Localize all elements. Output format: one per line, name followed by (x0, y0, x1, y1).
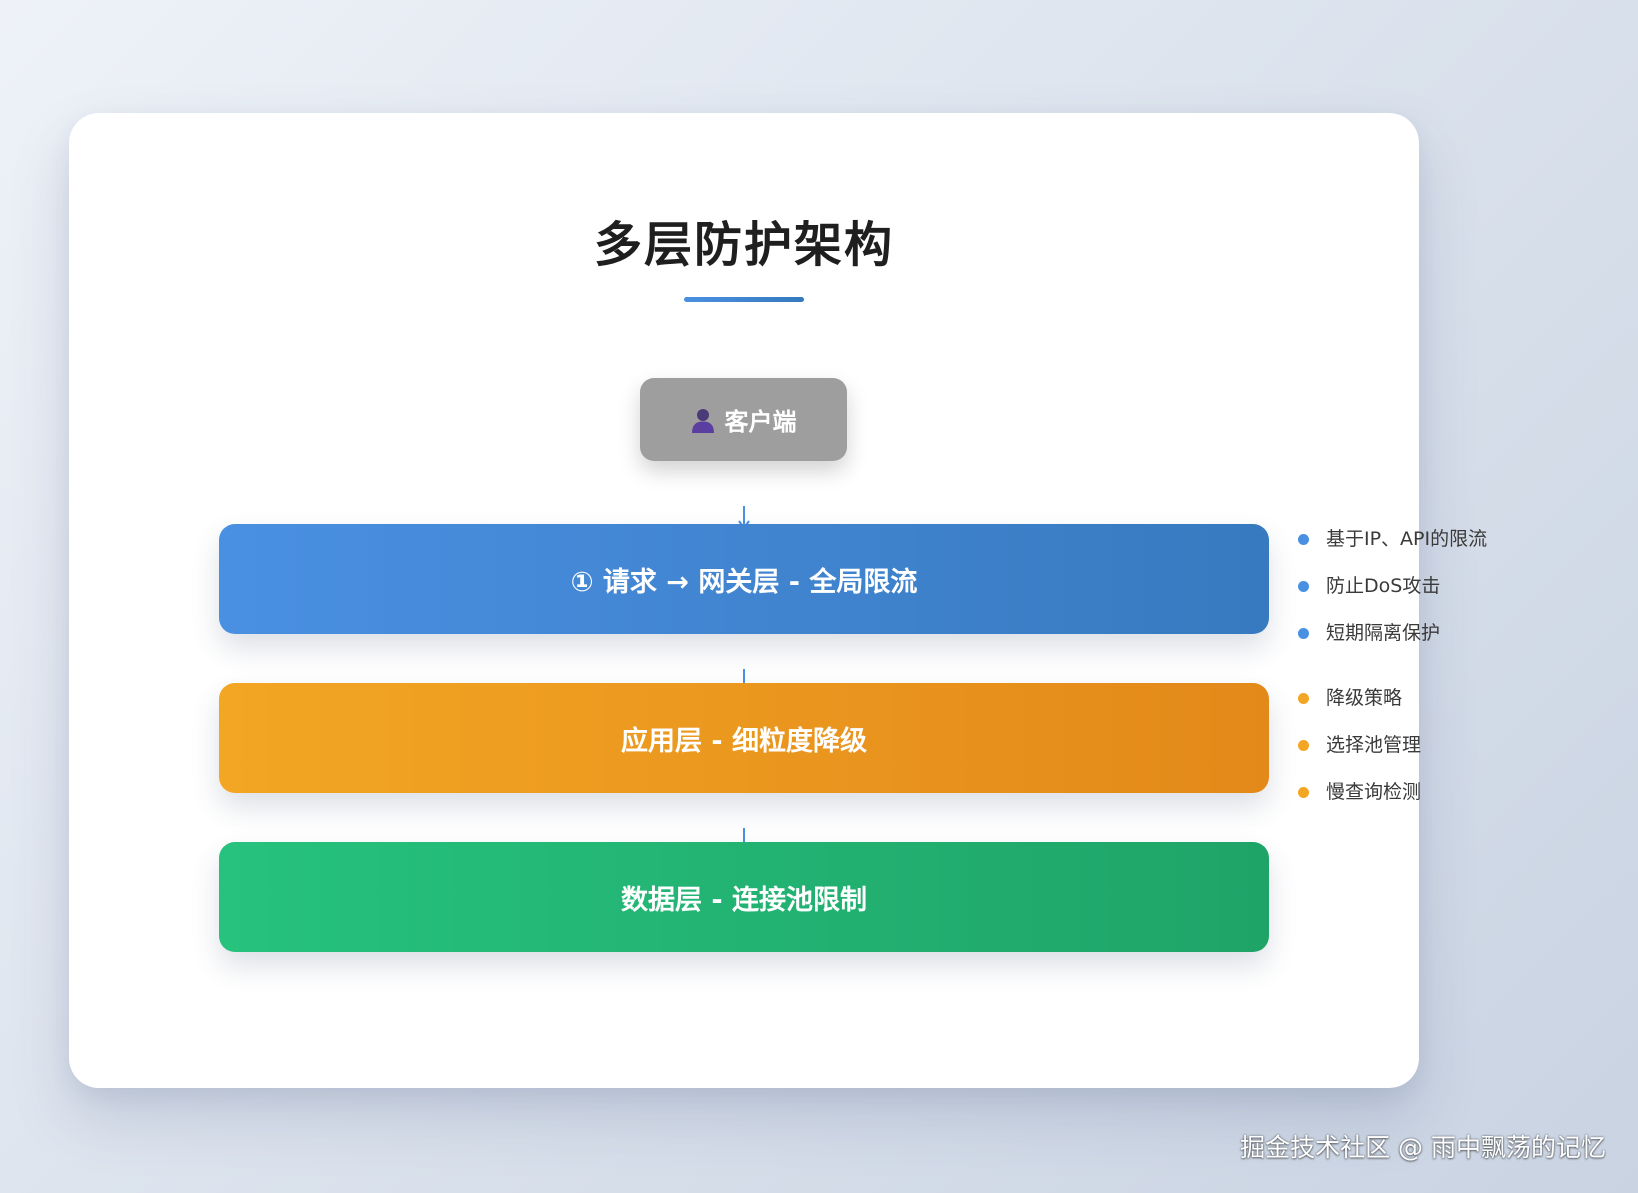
gateway-layer-notes: 基于IP、API的限流 防止DoS攻击 短期隔离保护 (1296, 516, 1487, 657)
list-item: 降级策略 (1296, 675, 1421, 722)
person-icon (691, 407, 715, 433)
data-layer-label: 数据层 - 连接池限制 (620, 884, 867, 916)
bullet-dot (1298, 534, 1309, 545)
list-item: 短期隔离保护 (1296, 610, 1487, 657)
watermark: 掘金技术社区 @ 雨中飘荡的记忆 (1240, 1133, 1606, 1162)
client-node: 客户端 (640, 378, 847, 461)
application-layer: 应用层 - 细粒度降级 (219, 683, 1269, 793)
gateway-layer: ① 请求 → 网关层 - 全局限流 (219, 524, 1269, 634)
list-item: 防止DoS攻击 (1296, 563, 1487, 610)
data-layer: 数据层 - 连接池限制 (219, 842, 1269, 952)
list-item: 选择池管理 (1296, 722, 1421, 769)
bullet-dot (1298, 693, 1309, 704)
bullet-dot (1298, 628, 1309, 639)
bullet-dot (1298, 740, 1309, 751)
list-item: 基于IP、API的限流 (1296, 516, 1487, 563)
diagram-title: 多层防护架构 (593, 217, 894, 273)
application-layer-label: 应用层 - 细粒度降级 (620, 725, 867, 757)
bullet-dot (1298, 581, 1309, 592)
application-layer-notes: 降级策略 选择池管理 慢查询检测 (1296, 675, 1421, 816)
title-underline (684, 297, 804, 302)
client-label: 客户端 (724, 408, 797, 436)
gateway-layer-label: ① 请求 → 网关层 - 全局限流 (570, 566, 918, 598)
bullet-dot (1298, 787, 1309, 798)
list-item: 慢查询检测 (1296, 769, 1421, 816)
